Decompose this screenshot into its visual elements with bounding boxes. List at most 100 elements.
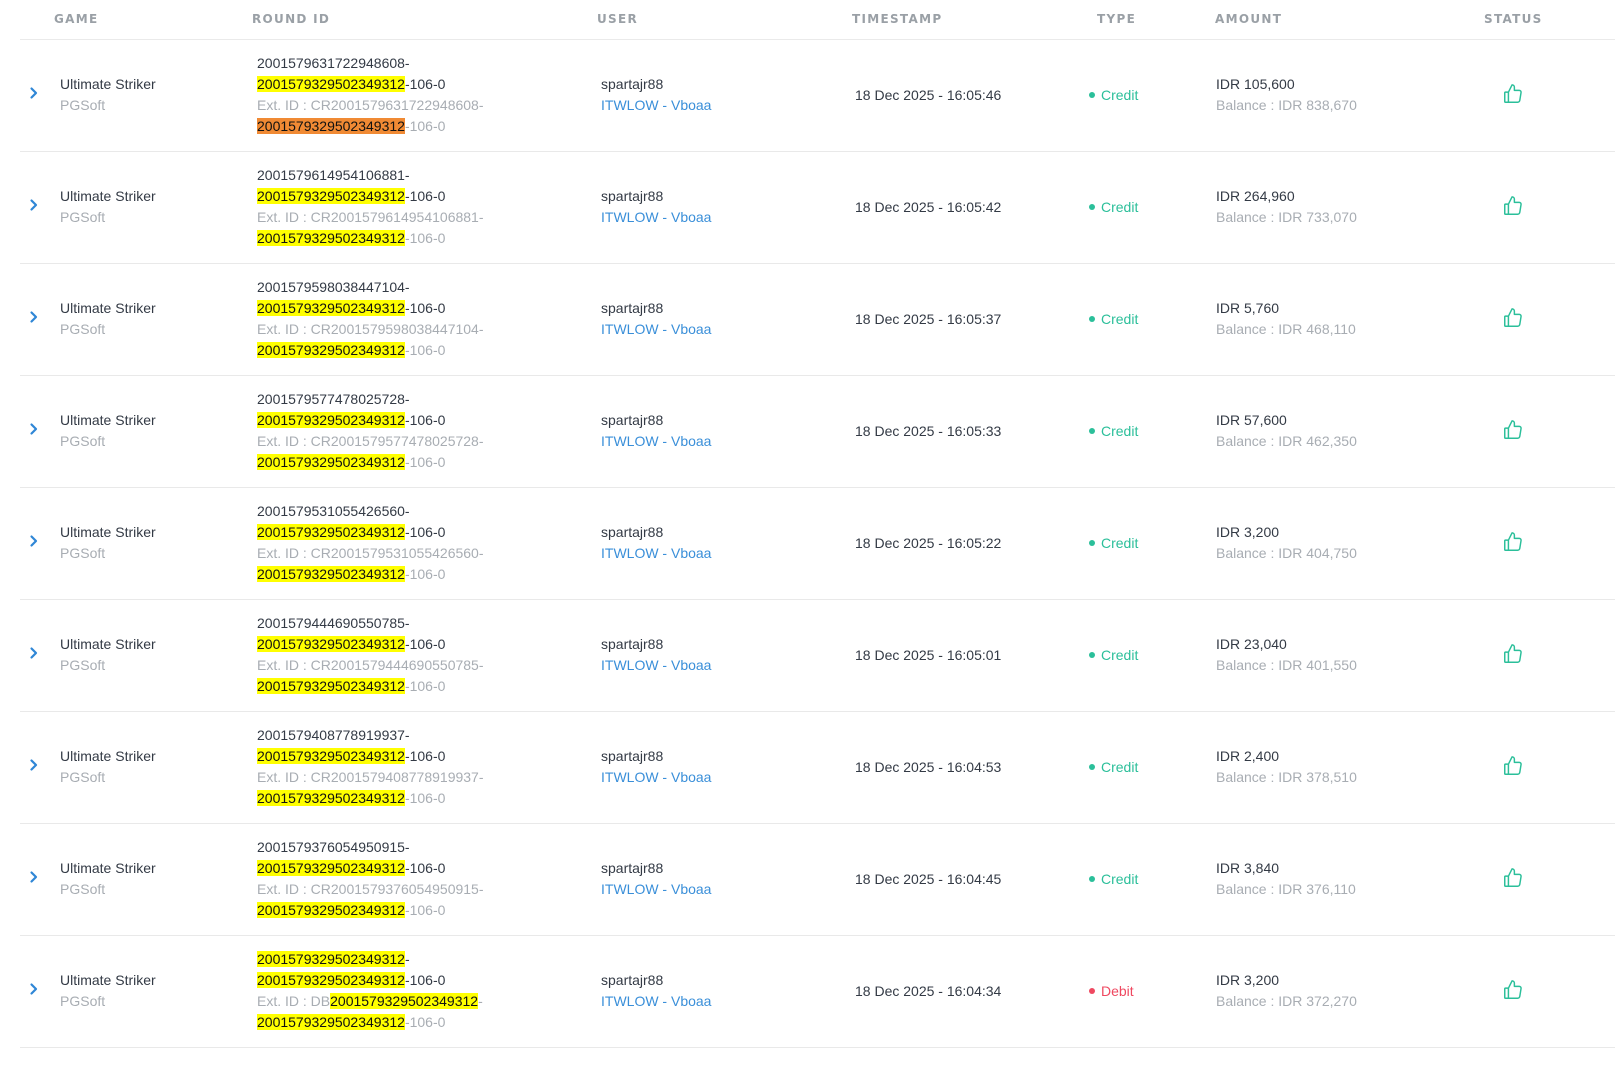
ext-id-part: Ext. ID : CR2001579577478025728- [257, 433, 484, 449]
chevron-right-icon[interactable] [26, 309, 42, 325]
ext-id-line-1: Ext. ID : CR2001579531055426560- [257, 543, 484, 564]
amount-cell: IDR 23,040 Balance : IDR 401,550 [1216, 634, 1357, 676]
operator-link[interactable]: ITWLOW - Vboaa [601, 991, 711, 1012]
type-badge: Credit [1089, 645, 1138, 666]
game-cell: Ultimate Striker PGSoft [60, 410, 156, 452]
table-row[interactable]: Ultimate Striker PGSoft 2001579531055426… [20, 488, 1615, 600]
round-id-line-1: 2001579577478025728- [257, 389, 484, 410]
round-id-highlight: 2001579329502349312 [257, 188, 405, 204]
operator-link[interactable]: ITWLOW - Vboaa [601, 655, 711, 676]
round-id-line-1: 2001579329502349312- [257, 949, 483, 970]
operator-link[interactable]: ITWLOW - Vboaa [601, 879, 711, 900]
column-header-user[interactable]: USER [597, 12, 638, 26]
column-header-status[interactable]: STATUS [1484, 12, 1543, 26]
round-id-line-1: 2001579631722948608- [257, 53, 484, 74]
table-row[interactable]: Ultimate Striker PGSoft 2001579329502349… [20, 936, 1615, 1048]
table-row[interactable]: Ultimate Striker PGSoft 2001579376054950… [20, 824, 1615, 936]
table-row[interactable]: Ultimate Striker PGSoft 2001579577478025… [20, 376, 1615, 488]
ext-id-line-1: Ext. ID : CR2001579631722948608- [257, 95, 484, 116]
game-name: Ultimate Striker [60, 300, 156, 316]
round-id-part: - [404, 951, 410, 967]
user-name: spartajr88 [601, 636, 664, 652]
chevron-right-icon[interactable] [26, 421, 42, 437]
operator-link[interactable]: ITWLOW - Vboaa [601, 207, 711, 228]
round-id-suffix: -106-0 [404, 972, 446, 988]
round-id-line-2: 2001579329502349312-106-0 [257, 746, 484, 767]
table-body: Ultimate Striker PGSoft 2001579631722948… [20, 40, 1615, 1048]
chevron-right-icon[interactable] [26, 645, 42, 661]
user-cell: spartajr88 ITWLOW - Vboaa [601, 298, 711, 340]
game-cell: Ultimate Striker PGSoft [60, 522, 156, 564]
type-badge: Credit [1089, 309, 1138, 330]
table-row[interactable]: Ultimate Striker PGSoft 2001579444690550… [20, 600, 1615, 712]
type-label: Credit [1101, 311, 1139, 327]
chevron-right-icon[interactable] [26, 197, 42, 213]
round-id-highlight: 2001579329502349312 [257, 76, 405, 92]
type-dot-icon [1089, 764, 1095, 771]
ext-id-line-2: 2001579329502349312-106-0 [257, 788, 484, 809]
round-id-line-1: 2001579376054950915- [257, 837, 484, 858]
amount-cell: IDR 2,400 Balance : IDR 378,510 [1216, 746, 1357, 788]
balance-value: Balance : IDR 376,110 [1216, 881, 1356, 897]
thumbs-up-icon [1502, 83, 1524, 105]
operator-link[interactable]: ITWLOW - Vboaa [601, 543, 711, 564]
game-cell: Ultimate Striker PGSoft [60, 746, 156, 788]
type-dot-icon [1089, 428, 1095, 435]
balance-value: Balance : IDR 838,670 [1216, 97, 1357, 113]
round-id-cell: 2001579631722948608- 2001579329502349312… [257, 53, 484, 137]
type-dot-icon [1089, 540, 1095, 547]
round-id-cell: 2001579531055426560- 2001579329502349312… [257, 501, 484, 585]
amount-cell: IDR 3,200 Balance : IDR 404,750 [1216, 522, 1357, 564]
round-id-suffix: -106-0 [404, 412, 446, 428]
game-provider: PGSoft [60, 993, 106, 1009]
amount-value: IDR 3,840 [1216, 860, 1280, 876]
chevron-right-icon[interactable] [26, 757, 42, 773]
type-label: Debit [1101, 983, 1134, 999]
round-id-highlight: 2001579329502349312 [257, 524, 405, 540]
ext-id-line-2: 2001579329502349312-106-0 [257, 1012, 483, 1033]
chevron-right-icon[interactable] [26, 869, 42, 885]
column-header-round-id[interactable]: ROUND ID [252, 12, 330, 26]
round-id-cell: 2001579408778919937- 2001579329502349312… [257, 725, 484, 809]
balance-value: Balance : IDR 372,270 [1216, 993, 1357, 1009]
user-cell: spartajr88 ITWLOW - Vboaa [601, 186, 711, 228]
table-row[interactable]: Ultimate Striker PGSoft 2001579598038447… [20, 264, 1615, 376]
chevron-right-icon[interactable] [26, 533, 42, 549]
round-id-part: 2001579631722948608- [257, 55, 410, 71]
column-header-type[interactable]: TYPE [1097, 12, 1136, 26]
column-header-game[interactable]: GAME [54, 12, 98, 26]
column-header-timestamp[interactable]: TIMESTAMP [852, 12, 942, 26]
operator-link[interactable]: ITWLOW - Vboaa [601, 319, 711, 340]
ext-id-line-2: 2001579329502349312-106-0 [257, 340, 484, 361]
game-provider: PGSoft [60, 433, 106, 449]
type-dot-icon [1089, 92, 1095, 99]
amount-cell: IDR 57,600 Balance : IDR 462,350 [1216, 410, 1357, 452]
chevron-right-icon[interactable] [26, 85, 42, 101]
operator-link[interactable]: ITWLOW - Vboaa [601, 431, 711, 452]
table-row[interactable]: Ultimate Striker PGSoft 2001579614954106… [20, 152, 1615, 264]
ext-id-part: Ext. ID : CR2001579376054950915- [257, 881, 484, 897]
round-id-line-2: 2001579329502349312-106-0 [257, 74, 484, 95]
ext-id-line-1: Ext. ID : CR2001579614954106881- [257, 207, 484, 228]
table-row[interactable]: Ultimate Striker PGSoft 2001579631722948… [20, 40, 1615, 152]
round-id-highlight: 2001579329502349312 [257, 412, 405, 428]
operator-link[interactable]: ITWLOW - Vboaa [601, 767, 711, 788]
column-header-amount[interactable]: AMOUNT [1215, 12, 1282, 26]
balance-value: Balance : IDR 733,070 [1216, 209, 1357, 225]
table-row[interactable]: Ultimate Striker PGSoft 2001579408778919… [20, 712, 1615, 824]
type-badge: Credit [1089, 533, 1138, 554]
ext-id-highlight: 2001579329502349312 [257, 342, 405, 358]
game-cell: Ultimate Striker PGSoft [60, 858, 156, 900]
type-dot-icon [1089, 988, 1095, 995]
game-name: Ultimate Striker [60, 636, 156, 652]
user-name: spartajr88 [601, 860, 664, 876]
game-provider: PGSoft [60, 881, 106, 897]
ext-id-line-2: 2001579329502349312-106-0 [257, 564, 484, 585]
game-provider: PGSoft [60, 545, 106, 561]
chevron-right-icon[interactable] [26, 981, 42, 997]
amount-cell: IDR 3,840 Balance : IDR 376,110 [1216, 858, 1356, 900]
game-name: Ultimate Striker [60, 524, 156, 540]
round-id-suffix: -106-0 [404, 636, 446, 652]
operator-link[interactable]: ITWLOW - Vboaa [601, 95, 711, 116]
user-name: spartajr88 [601, 188, 664, 204]
